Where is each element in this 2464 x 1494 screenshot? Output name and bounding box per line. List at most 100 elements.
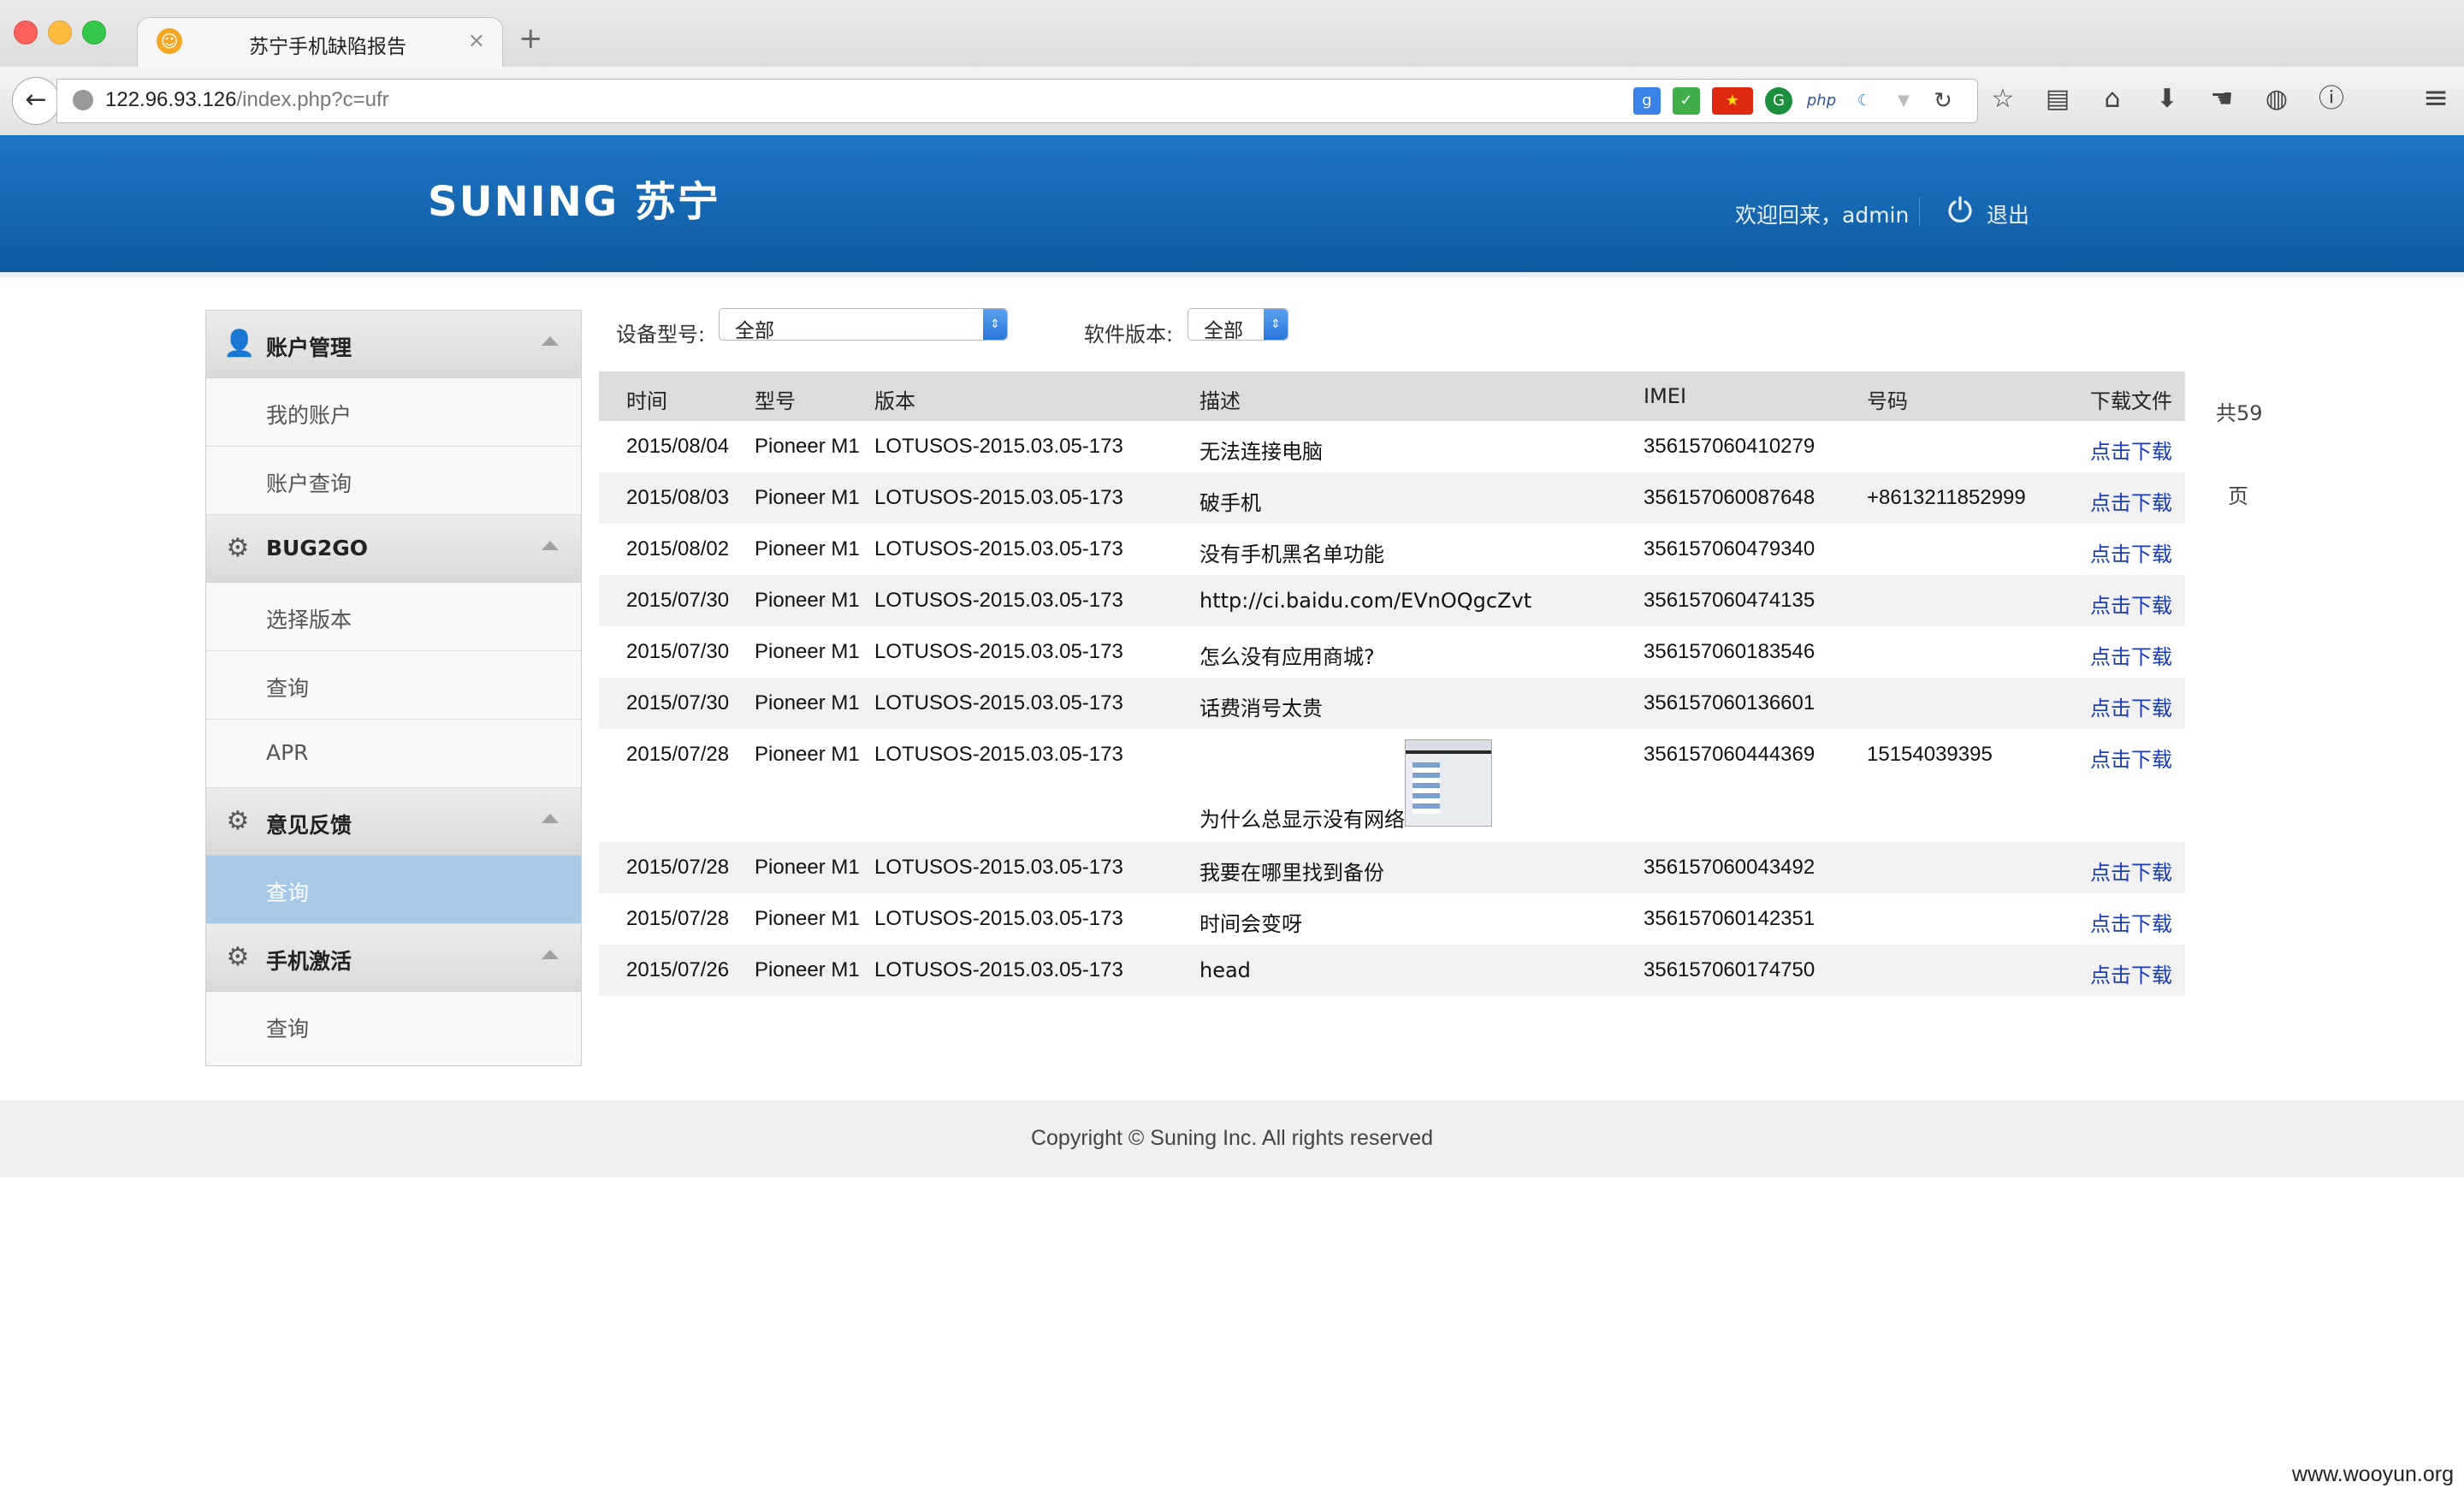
sidebar-section-account[interactable]: 👤 账户管理 <box>206 311 581 378</box>
table-row: 2015/08/03 Pioneer M1 LOTUSOS-2015.03.05-1… <box>599 472 2185 524</box>
window-maximize-button[interactable] <box>82 21 106 44</box>
tab-close-icon[interactable]: × <box>468 28 485 52</box>
cell-desc: head <box>1199 958 1251 982</box>
cell-model: Pioneer M1 <box>755 537 860 560</box>
software-version-select[interactable]: 全部 ⇕ <box>1188 308 1288 342</box>
sidebar-item-account-query[interactable]: 账户查询 <box>206 447 581 515</box>
cell-desc: 怎么没有应用商城? <box>1199 645 1375 669</box>
table-row: 2015/07/28 Pioneer M1 LOTUSOS-2015.03.05-1… <box>599 729 2185 842</box>
dropdown-triangle-icon[interactable]: ▼ <box>1890 87 1917 115</box>
device-model-select[interactable]: 全部 ⇕ <box>719 308 1008 342</box>
suning-logo[interactable]: SUNING 苏宁 <box>428 168 720 228</box>
cell-model: Pioneer M1 <box>755 907 860 930</box>
sidebar-section-bug2go[interactable]: ⚙ BUG2GO <box>206 515 581 583</box>
copyright-text: Copyright © Suning Inc. All rights reser… <box>1030 1126 1434 1150</box>
addon-icons: g ✓ ★ G php ☾ ▼ ↻ <box>1633 86 1957 116</box>
sidebar-item-label: 选择版本 <box>266 608 352 632</box>
select-arrows-icon: ⇕ <box>983 309 1007 340</box>
browser-nav-bar: ← 122.96.93.126/index.php?c=ufr g ✓ ★ G … <box>0 67 2464 136</box>
download-link[interactable]: 点击下载 <box>2090 435 2172 465</box>
sidebar-item-activation-query[interactable]: 查询 <box>206 992 581 1059</box>
collapse-caret-icon[interactable] <box>542 950 559 959</box>
column-header-version: 版本 <box>874 389 915 413</box>
sidebar-section-feedback[interactable]: ⚙ 意见反馈 <box>206 788 581 856</box>
logout-link[interactable]: 退出 <box>1987 199 2029 229</box>
cell-imei: 356157060474135 <box>1644 589 1815 612</box>
globe-icon <box>73 90 93 110</box>
google-translate-icon[interactable]: g <box>1633 87 1661 115</box>
download-link[interactable]: 点击下载 <box>2090 856 2172 886</box>
toolbar-icons: ☆ ▤ ⌂ ⬇ ☚ ◍ ⓘ <box>1985 80 2349 118</box>
column-header-imei: IMEI <box>1644 384 1687 408</box>
moon-addon-icon[interactable]: ☾ <box>1851 87 1878 115</box>
window-minimize-button[interactable] <box>48 21 72 44</box>
cell-version: LOTUSOS-2015.03.05-173 <box>874 958 1123 981</box>
cell-time: 2015/07/30 <box>626 640 730 663</box>
address-bar[interactable]: 122.96.93.126/index.php?c=ufr g ✓ ★ G ph… <box>56 79 1978 123</box>
gear-icon: ⚙ <box>226 533 250 563</box>
download-link[interactable]: 点击下载 <box>2090 589 2172 619</box>
cell-desc: 话费消号太贵 <box>1199 697 1323 720</box>
world-icon[interactable]: ◍ <box>2259 80 2295 118</box>
cell-time: 2015/07/28 <box>626 907 730 930</box>
download-link[interactable]: 点击下载 <box>2090 907 2172 937</box>
footer: Copyright © Suning Inc. All rights reser… <box>0 1100 2464 1177</box>
cell-imei: 356157060136601 <box>1644 691 1815 714</box>
cell-version: LOTUSOS-2015.03.05-173 <box>874 537 1123 560</box>
collapse-caret-icon[interactable] <box>542 814 559 823</box>
addon-hand-icon[interactable]: ☚ <box>2204 80 2240 118</box>
power-icon[interactable] <box>1946 195 1975 224</box>
window-close-button[interactable] <box>14 21 38 44</box>
cell-desc: http://ci.baidu.com/EVnOQgcZvt <box>1199 589 1532 613</box>
cell-time: 2015/07/28 <box>626 856 730 879</box>
collapse-caret-icon[interactable] <box>542 336 559 346</box>
g-addon-icon[interactable]: G <box>1765 87 1792 115</box>
cell-version: LOTUSOS-2015.03.05-173 <box>874 435 1123 458</box>
sidebar-item-label: 查询 <box>266 880 310 905</box>
reload-icon[interactable]: ↻ <box>1929 87 1957 115</box>
download-icon[interactable]: ⬇ <box>2149 80 2185 118</box>
software-version-value: 全部 <box>1204 320 1243 342</box>
shield-icon[interactable]: ✓ <box>1673 87 1700 115</box>
download-link[interactable]: 点击下载 <box>2090 537 2172 567</box>
china-flag-icon[interactable]: ★ <box>1712 87 1753 115</box>
sidebar-section-activation[interactable]: ⚙ 手机激活 <box>206 924 581 992</box>
cell-desc: 破手机 <box>1199 491 1261 515</box>
url-text[interactable]: 122.96.93.126/index.php?c=ufr <box>105 88 389 112</box>
download-link[interactable]: 点击下载 <box>2090 691 2172 721</box>
bookmark-star-icon[interactable]: ☆ <box>1985 80 2021 118</box>
gear-icon: ⚙ <box>226 942 250 972</box>
column-header-model: 型号 <box>755 389 796 413</box>
sidebar-item-my-account[interactable]: 我的账户 <box>206 378 581 447</box>
reading-list-icon[interactable]: ▤ <box>2040 80 2076 118</box>
cell-time: 2015/08/04 <box>626 435 730 458</box>
browser-tab[interactable]: ☺ 苏宁手机缺陷报告 × <box>137 17 503 69</box>
back-arrow-icon[interactable]: ← <box>12 77 60 125</box>
table-row: 2015/07/28 Pioneer M1 LOTUSOS-2015.03.05-1… <box>599 842 2185 893</box>
cell-imei: 356157060183546 <box>1644 640 1815 663</box>
column-header-download: 下载文件 <box>2090 389 2172 413</box>
sidebar-item-feedback-query[interactable]: 查询 <box>206 856 581 924</box>
sidebar-item-bug-query[interactable]: 查询 <box>206 651 581 720</box>
download-link[interactable]: 点击下载 <box>2090 640 2172 670</box>
new-tab-button[interactable]: + <box>518 24 543 53</box>
cell-model: Pioneer M1 <box>755 691 860 714</box>
sidebar-item-select-version[interactable]: 选择版本 <box>206 583 581 651</box>
sidebar-item-apr[interactable]: APR <box>206 720 581 788</box>
sidebar-item-label: 查询 <box>266 1017 310 1041</box>
collapse-caret-icon[interactable] <box>542 541 559 550</box>
hamburger-menu-icon[interactable]: ≡ <box>2423 80 2449 116</box>
column-header-time: 时间 <box>626 389 667 413</box>
download-link[interactable]: 点击下载 <box>2090 486 2172 516</box>
download-link[interactable]: 点击下载 <box>2090 958 2172 988</box>
php-icon[interactable]: php <box>1804 87 1839 115</box>
download-link[interactable]: 点击下载 <box>2090 743 2172 773</box>
page-unit: 页 <box>2228 484 2248 508</box>
cell-version: LOTUSOS-2015.03.05-173 <box>874 589 1123 612</box>
screenshot-thumbnail[interactable] <box>1405 739 1492 827</box>
user-icon: 👤 <box>223 329 256 359</box>
home-icon[interactable]: ⌂ <box>2094 80 2130 118</box>
info-icon[interactable]: ⓘ <box>2313 80 2349 118</box>
cell-model: Pioneer M1 <box>755 856 860 879</box>
cell-time: 2015/07/30 <box>626 589 730 612</box>
